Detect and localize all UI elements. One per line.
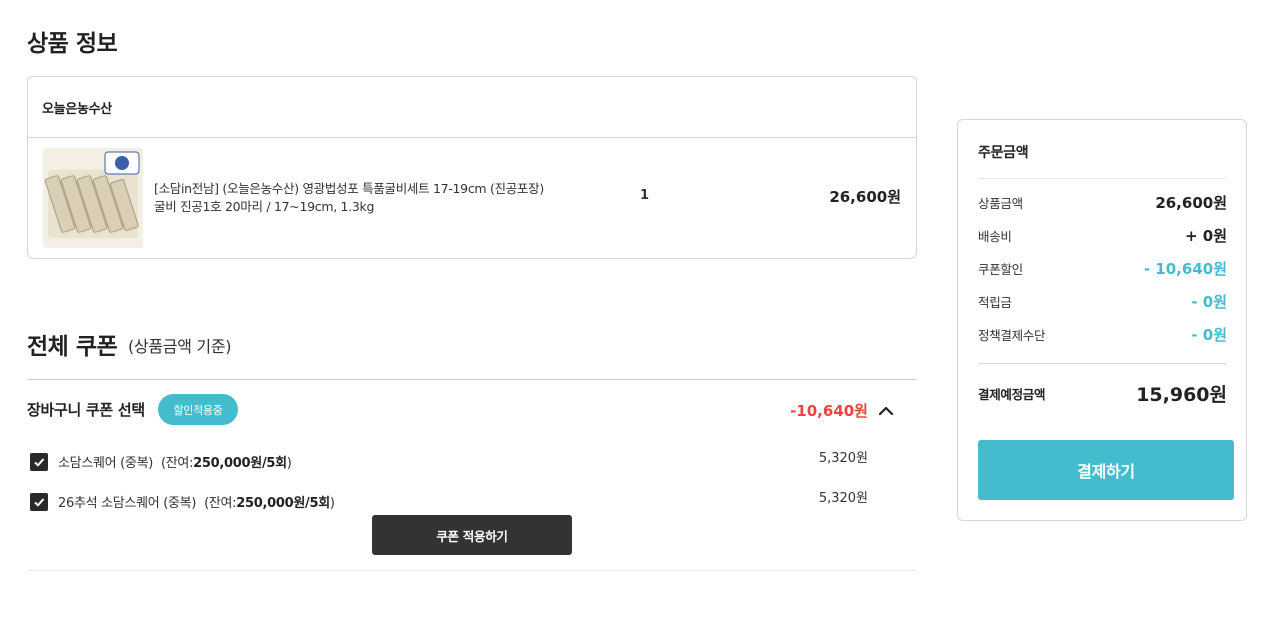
summary-label: 적립금 bbox=[978, 295, 1012, 310]
total-value: 15,960원 bbox=[1136, 384, 1227, 406]
coupon-name: 소담스퀘어 (중복) bbox=[58, 456, 153, 471]
product-name-line1: [소담in전남] (오늘은농수산) 영광법성포 특품굴비세트 17-19cm (… bbox=[154, 181, 544, 196]
summary-row-shipping: 배송비 + 0원 bbox=[978, 225, 1227, 246]
cart-coupon-discount-total: -10,640원 bbox=[790, 402, 868, 420]
coupon-remain: (잔여:250,000원/5회) bbox=[161, 452, 292, 471]
coupon-name: 26추석 소담스퀘어 (중복) bbox=[58, 496, 197, 511]
summary-divider bbox=[978, 363, 1226, 364]
seller-name: 오늘은농수산 bbox=[42, 101, 112, 117]
chevron-up-icon[interactable] bbox=[876, 400, 896, 420]
coupon-remain-suffix: ) bbox=[286, 456, 292, 471]
summary-value: 26,600원 bbox=[1155, 194, 1227, 212]
coupon-remain-value: 250,000원/5회 bbox=[236, 496, 330, 511]
pay-button[interactable]: 결제하기 bbox=[978, 440, 1234, 500]
discount-applied-badge: 할인적용중 bbox=[158, 394, 238, 425]
coupon-remain-value: 250,000원/5회 bbox=[193, 456, 287, 471]
coupon-remain: (잔여:250,000원/5회) bbox=[204, 492, 335, 511]
summary-value: - 10,640원 bbox=[1143, 260, 1227, 278]
product-card: 오늘은농수산 [소담in전남] (오늘은농수산) 영광법성포 특품굴비세트 17… bbox=[27, 76, 917, 259]
coupon-checkbox[interactable] bbox=[30, 452, 48, 471]
summary-label: 쿠폰할인 bbox=[978, 262, 1023, 277]
product-item-row: [소담in전남] (오늘은농수산) 영광법성포 특품굴비세트 17-19cm (… bbox=[28, 138, 916, 259]
coupon-remain-prefix: (잔여: bbox=[204, 496, 237, 511]
cart-coupon-label: 장바구니 쿠폰 선택 bbox=[27, 401, 145, 419]
product-option: 굴비 진공1호 20마리 / 17~19cm, 1.3kg bbox=[154, 199, 375, 214]
summary-row-product-amount: 상품금액 26,600원 bbox=[978, 192, 1227, 213]
summary-label: 상품금액 bbox=[978, 196, 1023, 211]
coupon-item: 소담스퀘어 (중복) (잔여:250,000원/5회) bbox=[30, 452, 292, 471]
product-section-title: 상품 정보 bbox=[27, 31, 118, 57]
product-quantity: 1 bbox=[640, 188, 650, 203]
summary-label: 정책결제수단 bbox=[978, 328, 1046, 343]
product-image-icon bbox=[43, 148, 143, 248]
coupon-item: 26추석 소담스퀘어 (중복) (잔여:250,000원/5회) bbox=[30, 492, 335, 511]
coupon-section-title: 전체 쿠폰 bbox=[27, 334, 118, 360]
coupon-bottom-divider bbox=[27, 570, 917, 571]
summary-value: + 0원 bbox=[1184, 227, 1227, 245]
order-summary-title: 주문금액 bbox=[978, 145, 1029, 161]
coupon-basis-note: (상품금액 기준) bbox=[128, 337, 232, 356]
total-label: 결제예정금액 bbox=[978, 387, 1046, 402]
coupon-checkbox[interactable] bbox=[30, 492, 48, 511]
check-icon bbox=[34, 497, 45, 507]
coupon-remain-prefix: (잔여: bbox=[161, 456, 194, 471]
coupon-amount: 5,320원 bbox=[818, 491, 868, 506]
coupon-divider bbox=[27, 379, 917, 380]
summary-row-policy-payment: 정책결제수단 - 0원 bbox=[978, 324, 1227, 345]
seller-row: 오늘은농수산 bbox=[28, 77, 916, 138]
order-summary-panel: 주문금액 상품금액 26,600원 배송비 + 0원 쿠폰할인 - 10,640… bbox=[957, 119, 1247, 521]
apply-coupon-button[interactable]: 쿠폰 적용하기 bbox=[372, 515, 572, 555]
product-price: 26,600원 bbox=[829, 188, 901, 206]
product-thumbnail[interactable] bbox=[43, 148, 143, 248]
summary-row-points: 적립금 - 0원 bbox=[978, 291, 1227, 312]
check-icon bbox=[34, 457, 45, 467]
summary-value: - 0원 bbox=[1191, 326, 1227, 344]
summary-row-coupon-discount: 쿠폰할인 - 10,640원 bbox=[978, 258, 1227, 279]
coupon-remain-suffix: ) bbox=[329, 496, 335, 511]
summary-label: 배송비 bbox=[978, 229, 1012, 244]
product-name[interactable]: [소담in전남] (오늘은농수산) 영광법성포 특품굴비세트 17-19cm (… bbox=[154, 180, 544, 216]
summary-value: - 0원 bbox=[1191, 293, 1227, 311]
summary-total-row: 결제예정금액 15,960원 bbox=[978, 380, 1227, 407]
summary-divider bbox=[978, 178, 1226, 179]
coupon-amount: 5,320원 bbox=[818, 451, 868, 466]
